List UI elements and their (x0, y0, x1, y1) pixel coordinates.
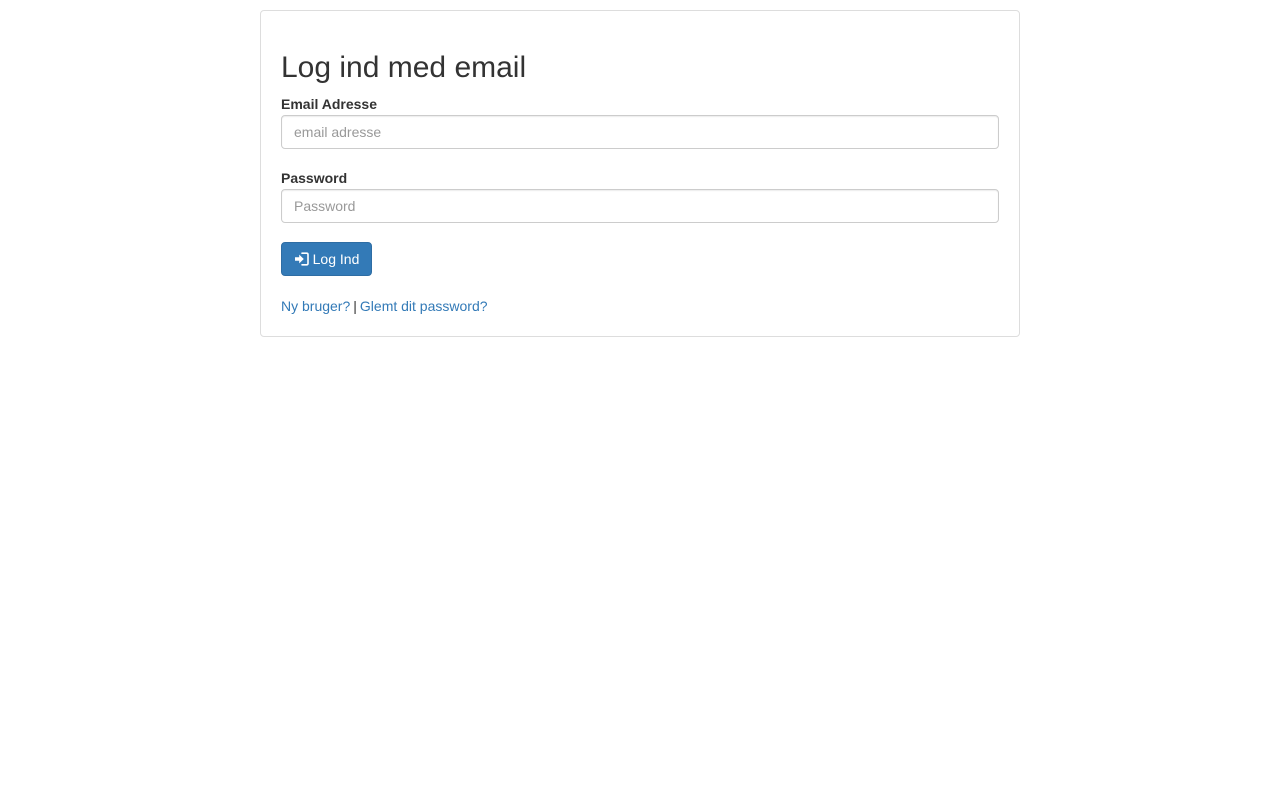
email-field[interactable] (281, 115, 999, 149)
link-separator: | (353, 298, 357, 314)
sign-in-icon (294, 252, 309, 266)
forgot-password-link[interactable]: Glemt dit password? (360, 298, 488, 314)
email-label: Email Adresse (281, 96, 377, 112)
password-field[interactable] (281, 189, 999, 223)
page-title: Log ind med email (281, 51, 527, 84)
login-button[interactable]: Log Ind (281, 242, 372, 276)
password-label: Password (281, 170, 348, 186)
new-user-link[interactable]: Ny bruger? (281, 298, 350, 314)
login-button-label: Log Ind (312, 251, 360, 267)
account-links: Ny bruger? | Glemt dit password? (281, 296, 488, 316)
login-panel: Log ind med email Email Adresse Password… (260, 10, 1020, 337)
